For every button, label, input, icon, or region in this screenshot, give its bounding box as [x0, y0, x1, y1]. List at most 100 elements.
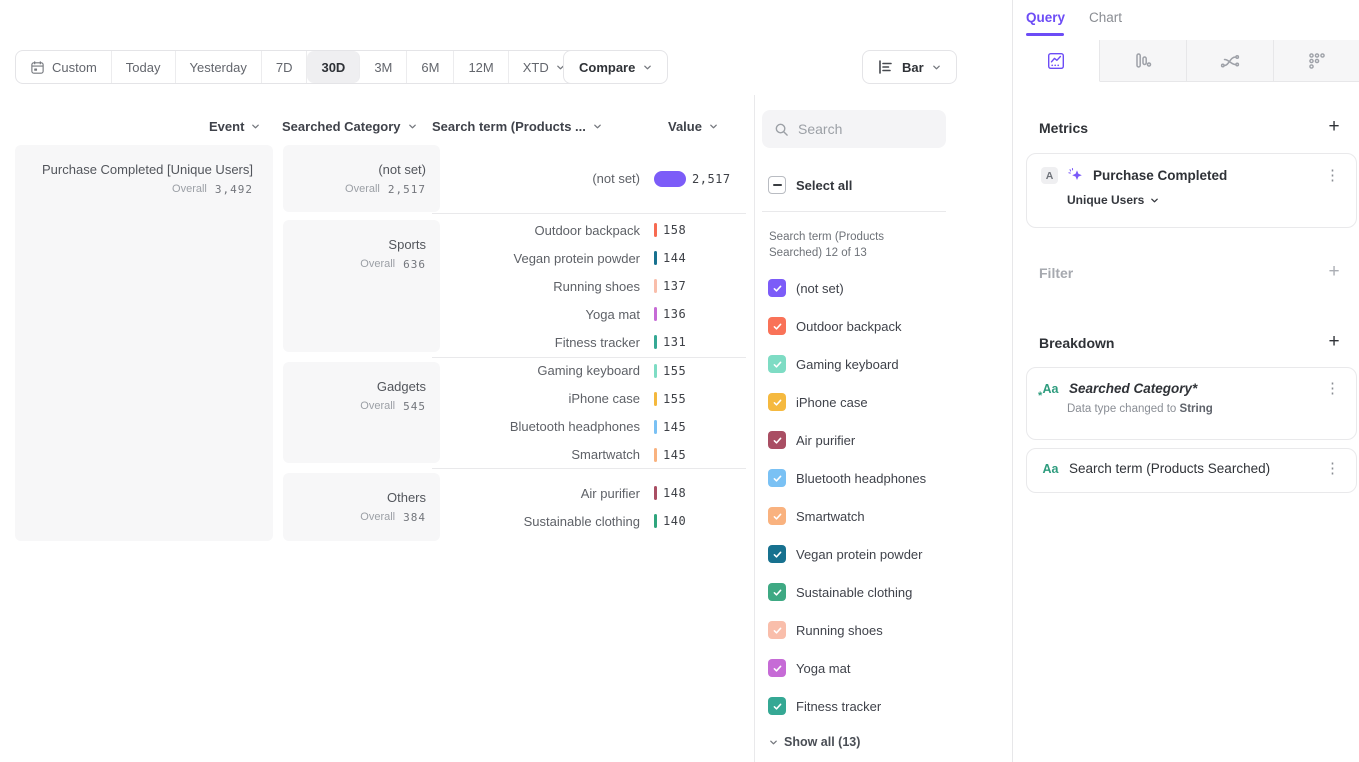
- checkbox-fitness-tracker[interactable]: [768, 697, 786, 715]
- tab-chart[interactable]: Chart: [1089, 10, 1122, 25]
- value-bar[interactable]: [654, 251, 657, 265]
- term-row-fitness-tracker: Fitness tracker131: [432, 328, 746, 356]
- legend-item-yoga-mat: Yoga mat: [768, 658, 850, 678]
- show-all-label: Show all (13): [784, 735, 860, 749]
- value-bar[interactable]: [654, 307, 657, 321]
- checkbox-outdoor-backpack[interactable]: [768, 317, 786, 335]
- term-row-vegan-protein-powder: Vegan protein powder144: [432, 244, 746, 272]
- column-header-event[interactable]: Event: [209, 117, 260, 135]
- metric-card[interactable]: A Purchase Completed ⋮ Unique Users: [1026, 153, 1357, 228]
- legend-item-sustainable-clothing: Sustainable clothing: [768, 582, 912, 602]
- insights-tab[interactable]: [1013, 40, 1100, 82]
- checkbox-smartwatch[interactable]: [768, 507, 786, 525]
- add-metric-button[interactable]: +: [1323, 117, 1345, 137]
- value-label: 158: [663, 223, 686, 237]
- term-row-yoga-mat: Yoga mat136: [432, 300, 746, 328]
- breakdown-menu-icon[interactable]: ⋮: [1323, 382, 1342, 396]
- term-row-running-shoes: Running shoes137: [432, 272, 746, 300]
- range-label: Yesterday: [190, 60, 247, 75]
- overall-label: Overall: [172, 183, 207, 195]
- metric-menu-icon[interactable]: ⋮: [1323, 169, 1342, 183]
- funnels-tab[interactable]: [1100, 40, 1187, 82]
- value-bar[interactable]: [654, 420, 657, 434]
- breakdown-menu-icon[interactable]: ⋮: [1323, 462, 1342, 476]
- event-cell[interactable]: Purchase Completed [Unique Users] Overal…: [15, 145, 273, 541]
- checkbox-running-shoes[interactable]: [768, 621, 786, 639]
- legend-item-label: Air purifier: [796, 433, 855, 448]
- search-input[interactable]: [798, 121, 923, 137]
- column-header-value[interactable]: Value: [668, 117, 718, 135]
- metric-order-badge: A: [1041, 167, 1058, 184]
- measure-dropdown[interactable]: Unique Users: [1027, 184, 1356, 207]
- value-bar[interactable]: [654, 335, 657, 349]
- legend-caption: Search term (Products Searched) 12 of 13: [769, 229, 937, 261]
- overall-label: Overall: [360, 258, 395, 270]
- category-cell-not-set[interactable]: (not set) Overall2,517: [283, 145, 440, 212]
- checkbox-not-set[interactable]: [768, 279, 786, 297]
- range-label: 30D: [321, 60, 345, 75]
- column-header-search-term-products[interactable]: Search term (Products ...: [432, 117, 602, 135]
- legend-item-label: Smartwatch: [796, 509, 865, 524]
- checkbox-bluetooth-headphones[interactable]: [768, 469, 786, 487]
- column-header-searched-category[interactable]: Searched Category: [282, 117, 417, 135]
- range-30d[interactable]: 30D: [307, 51, 360, 83]
- add-filter-button[interactable]: +: [1323, 262, 1345, 282]
- category-label: Gadgets: [377, 378, 426, 396]
- select-all-label: Select all: [796, 178, 852, 193]
- category-label: (not set): [378, 161, 426, 179]
- show-all-link[interactable]: Show all (13): [769, 733, 860, 751]
- calendar-icon: [30, 60, 45, 75]
- breakdown-title: Search term (Products Searched): [1069, 461, 1270, 476]
- checkbox-iphone-case[interactable]: [768, 393, 786, 411]
- range-12m[interactable]: 12M: [454, 51, 508, 83]
- select-all-checkbox[interactable]: [768, 176, 786, 194]
- category-cell-others[interactable]: OthersOverall384: [283, 473, 440, 541]
- chart-type-button[interactable]: Bar: [862, 50, 957, 84]
- flows-tab[interactable]: [1187, 40, 1274, 82]
- category-cell-sports[interactable]: SportsOverall636: [283, 220, 440, 352]
- range-custom[interactable]: Custom: [16, 51, 112, 83]
- legend-item-air-purifier: Air purifier: [768, 430, 855, 450]
- term-row-air-purifier: Air purifier148: [432, 479, 746, 507]
- compare-label: Compare: [579, 60, 635, 75]
- value-bar[interactable]: [654, 279, 657, 293]
- range-6m[interactable]: 6M: [407, 51, 454, 83]
- range-yesterday[interactable]: Yesterday: [176, 51, 262, 83]
- category-overall: Overall2,517: [345, 181, 426, 197]
- range-today[interactable]: Today: [112, 51, 176, 83]
- checkbox-air-purifier[interactable]: [768, 431, 786, 449]
- breakdown-card-searched-category[interactable]: Aa* Searched Category* ⋮ Data type chang…: [1026, 367, 1357, 440]
- legend-item-label: Running shoes: [796, 623, 883, 638]
- value-bar[interactable]: [654, 486, 657, 500]
- retention-tab[interactable]: [1274, 40, 1359, 82]
- add-breakdown-button[interactable]: +: [1323, 332, 1345, 352]
- range-7d[interactable]: 7D: [262, 51, 308, 83]
- compare-button[interactable]: Compare: [563, 50, 668, 84]
- legend-search[interactable]: [762, 110, 946, 148]
- breakdown-card-search-term[interactable]: Aa Search term (Products Searched) ⋮: [1026, 448, 1357, 493]
- flows-icon: [1219, 51, 1241, 71]
- term-row-outdoor-backpack: Outdoor backpack158: [432, 216, 746, 244]
- checkbox-vegan-protein-powder[interactable]: [768, 545, 786, 563]
- checkbox-gaming-keyboard[interactable]: [768, 355, 786, 373]
- checkbox-yoga-mat[interactable]: [768, 659, 786, 677]
- category-cell-gadgets[interactable]: GadgetsOverall545: [283, 362, 440, 463]
- term-label: (not set): [432, 171, 640, 186]
- value-bar[interactable]: [654, 392, 657, 406]
- term-label: Gaming keyboard: [432, 363, 640, 378]
- tab-query[interactable]: Query: [1026, 10, 1065, 25]
- range-3m[interactable]: 3M: [360, 51, 407, 83]
- term-row-sustainable-clothing: Sustainable clothing140: [432, 507, 746, 535]
- value-label: 145: [663, 420, 686, 434]
- value-bar[interactable]: [654, 223, 657, 237]
- legend-divider: [762, 211, 946, 212]
- select-all-row[interactable]: Select all: [768, 175, 852, 195]
- custom-property-marker: *: [1038, 390, 1042, 402]
- value-bar[interactable]: [654, 364, 657, 378]
- value-label: 144: [663, 251, 686, 265]
- value-bar[interactable]: [654, 171, 686, 187]
- value-bar[interactable]: [654, 448, 657, 462]
- checkbox-sustainable-clothing[interactable]: [768, 583, 786, 601]
- term-row-not-set: (not set)2,517: [432, 165, 746, 193]
- value-bar[interactable]: [654, 514, 657, 528]
